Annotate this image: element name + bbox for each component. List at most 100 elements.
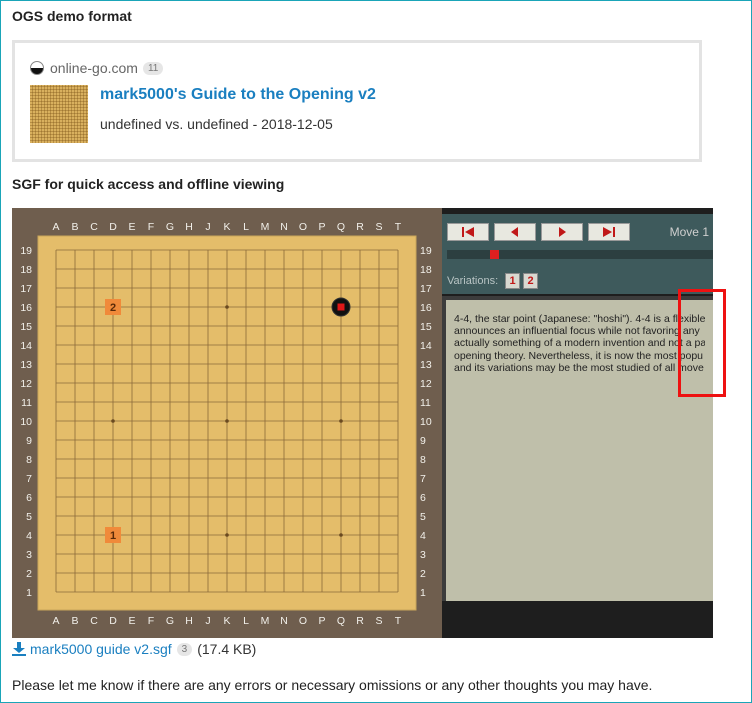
column-label-bottom: H — [185, 615, 193, 627]
variations-label: Variations: — [447, 275, 499, 287]
move-slider[interactable] — [447, 250, 713, 259]
move-comment: 4-4, the star point (Japanese: "hoshi").… — [442, 296, 713, 601]
star-point — [339, 419, 343, 423]
row-label-left: 11 — [21, 397, 32, 409]
row-label-left: 18 — [20, 264, 32, 276]
column-label-bottom: D — [109, 615, 117, 627]
column-label-top: A — [52, 221, 59, 233]
row-label-right: 7 — [420, 473, 426, 485]
comment-line: actually something of a modern invention… — [454, 337, 705, 350]
column-label-bottom: O — [299, 615, 307, 627]
first-move-icon — [462, 227, 474, 237]
row-label-left: 4 — [26, 530, 32, 542]
download-count: 3 — [176, 642, 193, 656]
variation-button-2[interactable]: 2 — [523, 273, 538, 289]
prev-move-button[interactable] — [494, 223, 536, 241]
column-label-top: D — [109, 221, 117, 233]
column-label-bottom: C — [90, 615, 98, 627]
column-label-bottom: N — [280, 615, 288, 627]
card-subtitle: undefined vs. undefined - 2018-12-05 — [100, 116, 333, 132]
row-label-left: 8 — [26, 454, 32, 466]
row-label-right: 16 — [420, 302, 432, 314]
row-label-right: 15 — [420, 321, 432, 333]
column-label-top: J — [205, 221, 210, 233]
row-label-left: 16 — [20, 302, 32, 314]
file-size: (17.4 KB) — [197, 641, 257, 657]
board-thumbnail[interactable] — [30, 85, 88, 143]
row-label-right: 2 — [420, 568, 426, 580]
row-label-right: 18 — [420, 264, 432, 276]
column-label-top: B — [71, 221, 78, 233]
column-label-bottom: S — [375, 615, 382, 627]
site-row: online-go.com 11 — [30, 60, 164, 76]
sgf-download-link[interactable]: mark5000 guide v2.sgf — [30, 641, 172, 657]
next-move-button[interactable] — [541, 223, 583, 241]
column-label-top: T — [395, 221, 402, 233]
row-label-left: 5 — [26, 511, 32, 523]
ogs-logo-icon — [30, 61, 44, 75]
row-label-right: 9 — [420, 435, 426, 447]
row-label-right: 12 — [420, 378, 432, 390]
go-board[interactable]: A A B B C C D D E E F F G G H H J J K K L L M M N N O O P P Q Q R R S S T T 19… — [12, 208, 442, 638]
row-label-left: 9 — [26, 435, 32, 447]
first-move-button[interactable] — [447, 223, 489, 241]
last-move-marker — [337, 303, 345, 311]
row-label-right: 8 — [420, 454, 426, 466]
comment-line: announces an influential focus while not… — [454, 325, 700, 338]
row-label-right: 10 — [420, 416, 432, 428]
column-label-bottom: Q — [337, 615, 345, 627]
column-label-top: H — [185, 221, 193, 233]
row-label-right: 13 — [420, 359, 432, 371]
download-icon[interactable] — [12, 642, 26, 656]
column-label-top: O — [299, 221, 307, 233]
row-label-left: 19 — [20, 245, 32, 257]
row-label-left: 6 — [26, 492, 32, 504]
column-label-top: F — [148, 221, 154, 233]
move-slider-handle[interactable] — [490, 250, 499, 259]
column-label-bottom: J — [205, 615, 210, 627]
last-move-button[interactable] — [588, 223, 630, 241]
column-label-bottom: A — [52, 615, 59, 627]
column-label-top: E — [128, 221, 135, 233]
row-label-right: 17 — [420, 283, 432, 295]
comment-line: opening theory. Nevertheless, it is now … — [454, 349, 704, 362]
column-label-bottom: T — [395, 615, 402, 627]
post-footer-text: Please let me know if there are any erro… — [12, 677, 653, 693]
variation-mark-label: 2 — [110, 302, 116, 314]
row-label-right: 11 — [420, 397, 431, 409]
row-label-right: 1 — [420, 587, 426, 599]
ogs-embed-card[interactable]: online-go.com 11 mark5000's Guide to the… — [12, 40, 702, 162]
variation-button-1[interactable]: 1 — [505, 273, 520, 289]
column-label-top: N — [280, 221, 288, 233]
row-label-right: 19 — [420, 245, 432, 257]
row-label-left: 15 — [20, 321, 32, 333]
column-label-bottom: L — [243, 615, 249, 627]
row-label-left: 17 — [20, 283, 32, 295]
column-label-top: L — [243, 221, 249, 233]
row-label-right: 5 — [420, 511, 426, 523]
row-label-left: 1 — [26, 587, 32, 599]
column-label-top: P — [318, 221, 325, 233]
column-label-bottom: E — [128, 615, 135, 627]
navigation-bar: Move 1 Variations: 1 2 — [442, 214, 713, 294]
column-label-bottom: F — [148, 615, 154, 627]
column-label-top: G — [166, 221, 174, 233]
comment-line: 4-4, the star point (Japanese: "hoshi").… — [454, 313, 705, 325]
column-label-top: K — [223, 221, 230, 233]
variation-mark-label: 1 — [110, 530, 116, 542]
go-board-svg[interactable]: AABBCCDDEEFFGGHHJJKKLLMMNNOOPPQQRRSSTT19… — [12, 208, 442, 638]
site-click-count: 11 — [142, 61, 164, 75]
card-title-link[interactable]: mark5000's Guide to the Opening v2 — [100, 86, 376, 104]
star-point — [225, 305, 229, 309]
row-label-right: 4 — [420, 530, 426, 542]
row-label-right: 6 — [420, 492, 426, 504]
last-move-icon — [603, 227, 615, 237]
column-label-top: M — [261, 221, 270, 233]
sgf-heading: SGF for quick access and offline viewing — [12, 176, 285, 192]
comment-line: and its variations may be the most studi… — [454, 361, 704, 374]
column-label-bottom: P — [318, 615, 325, 627]
next-move-icon — [559, 227, 566, 237]
row-label-right: 3 — [420, 549, 426, 561]
row-label-right: 14 — [420, 340, 432, 352]
site-name[interactable]: online-go.com — [50, 60, 138, 76]
